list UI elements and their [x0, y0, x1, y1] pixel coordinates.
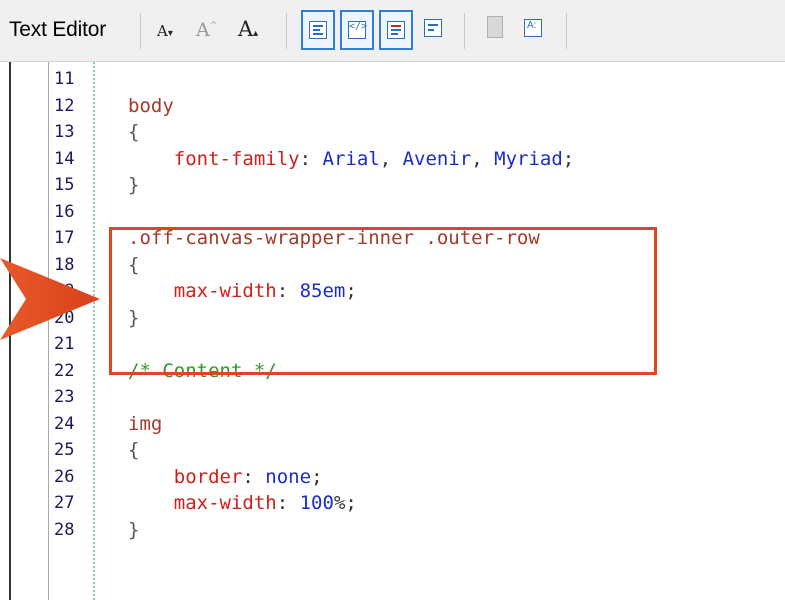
code-token: , — [379, 147, 403, 170]
line-number: 16 — [54, 201, 75, 222]
code-token: border — [173, 465, 243, 488]
code-text[interactable]: font-family: Arial, Avenir, Myriad; — [128, 146, 574, 172]
code-text[interactable]: img — [128, 411, 162, 437]
code-text[interactable]: max-width: 100%; — [128, 490, 357, 516]
line-number: 22 — [54, 360, 75, 381]
code-line[interactable]: 15} — [0, 172, 785, 198]
code-token: { — [128, 121, 140, 143]
code-text[interactable]: border: none; — [128, 464, 323, 490]
editor-toolbar: Text Editor A▾ A^ A▴ </> A: — [0, 0, 785, 62]
toolbar-separator — [464, 13, 465, 49]
syntax-highlight-icon — [387, 21, 405, 39]
line-numbers-toggle-button[interactable] — [301, 10, 335, 50]
highlight-box — [109, 227, 657, 375]
code-token: Arial — [322, 147, 380, 170]
word-wrap-icon — [424, 19, 442, 37]
code-text[interactable]: body — [128, 93, 174, 119]
line-number: 13 — [54, 122, 75, 142]
code-token: font-family — [173, 147, 300, 170]
line-number: 17 — [54, 228, 75, 248]
code-line[interactable]: 28} — [0, 517, 785, 543]
code-token: ; — [562, 147, 575, 170]
code-token: img — [128, 412, 163, 435]
code-token: Myriad — [494, 147, 563, 170]
code-token: Avenir — [402, 147, 472, 170]
code-token: %; — [333, 492, 357, 514]
code-token: body — [128, 94, 174, 117]
code-line[interactable]: 16 — [0, 199, 785, 225]
insert-document-button[interactable] — [479, 10, 513, 50]
code-line[interactable]: 27 max-width: 100%; — [0, 490, 785, 516]
line-number: 27 — [54, 493, 75, 513]
line-number: 26 — [54, 466, 75, 487]
document-icon — [487, 16, 503, 38]
line-number: 14 — [54, 148, 75, 169]
line-number: 15 — [54, 175, 75, 195]
line-numbers-icon — [309, 21, 327, 39]
toolbar-separator — [286, 13, 287, 49]
font-box-icon: A: — [524, 19, 542, 37]
code-token: none — [265, 465, 312, 488]
code-token: 100 — [299, 492, 334, 514]
code-token: , — [471, 147, 495, 170]
font-settings-button[interactable]: A: — [518, 10, 552, 50]
increase-font-button[interactable]: A▴ — [238, 17, 258, 41]
code-token: } — [128, 174, 140, 196]
code-token: : — [276, 492, 300, 514]
code-line[interactable]: 11 — [0, 66, 785, 92]
pointer-arrow-icon — [0, 258, 100, 340]
code-text[interactable]: { — [128, 119, 139, 145]
code-token: : — [242, 465, 266, 488]
code-line[interactable]: 24 img — [0, 411, 785, 437]
code-line[interactable]: 25 { — [0, 437, 785, 463]
toolbar-separator — [140, 13, 141, 49]
code-token: { — [128, 439, 140, 461]
code-line[interactable]: 13 { — [0, 119, 785, 145]
code-token: } — [128, 518, 140, 541]
toolbar-separator — [566, 13, 567, 49]
syntax-highlight-toggle-button[interactable] — [379, 10, 413, 50]
line-number: 24 — [54, 413, 75, 434]
word-wrap-toggle-button[interactable] — [418, 10, 452, 50]
code-line[interactable]: 14 font-family: Arial, Avenir, Myriad; — [0, 146, 785, 172]
code-view-toggle-button[interactable]: </> — [340, 10, 374, 50]
line-number: 12 — [54, 95, 75, 116]
code-line[interactable]: 23 — [0, 384, 785, 410]
default-font-button[interactable]: A^ — [196, 19, 217, 41]
code-token: ; — [311, 465, 323, 488]
line-number: 25 — [54, 440, 75, 460]
line-number: 28 — [54, 519, 75, 540]
line-number: 23 — [54, 387, 75, 407]
code-text[interactable]: { — [128, 437, 139, 463]
line-number: 11 — [54, 69, 75, 89]
decrease-font-button[interactable]: A▾ — [157, 22, 173, 40]
editor-title: Text Editor — [9, 18, 107, 41]
code-token: max-width — [173, 492, 277, 514]
code-text[interactable]: } — [128, 172, 139, 198]
code-token: : — [299, 147, 323, 170]
code-tags-icon: </> — [348, 21, 367, 39]
code-line[interactable]: 26 border: none; — [0, 464, 785, 490]
code-text[interactable]: } — [128, 517, 139, 543]
code-line[interactable]: 12 body — [0, 93, 785, 119]
